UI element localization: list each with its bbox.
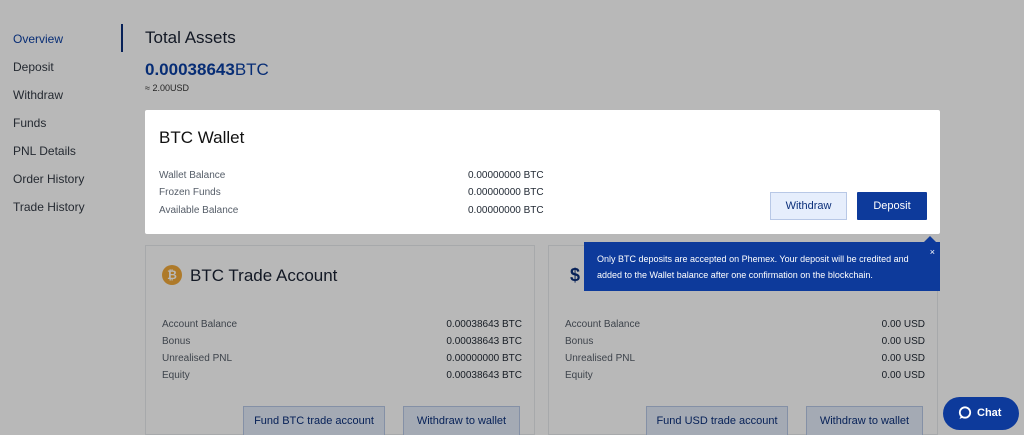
- modal-title: BTC Wallet: [159, 128, 245, 147]
- frozen-funds-value: 0.00000000 BTC: [468, 187, 544, 198]
- frozen-funds-label: Frozen Funds: [159, 187, 221, 198]
- wallet-balance-label: Wallet Balance: [159, 170, 226, 181]
- deposit-button[interactable]: Deposit: [857, 192, 927, 220]
- tooltip-text: Only BTC deposits are accepted on Phemex…: [597, 254, 909, 280]
- btc-wallet-modal: BTC Wallet Wallet Balance 0.00000000 BTC…: [145, 110, 940, 234]
- close-icon[interactable]: ×: [930, 244, 935, 260]
- chat-label: Chat: [977, 407, 1002, 419]
- chat-bubble-icon: [958, 406, 972, 419]
- wallet-balance-value: 0.00000000 BTC: [468, 170, 544, 181]
- available-balance-value: 0.00000000 BTC: [468, 205, 544, 216]
- available-balance-label: Available Balance: [159, 205, 239, 216]
- withdraw-button[interactable]: Withdraw: [770, 192, 847, 220]
- chat-button[interactable]: Chat: [943, 397, 1019, 430]
- deposit-info-tooltip: Only BTC deposits are accepted on Phemex…: [584, 242, 940, 291]
